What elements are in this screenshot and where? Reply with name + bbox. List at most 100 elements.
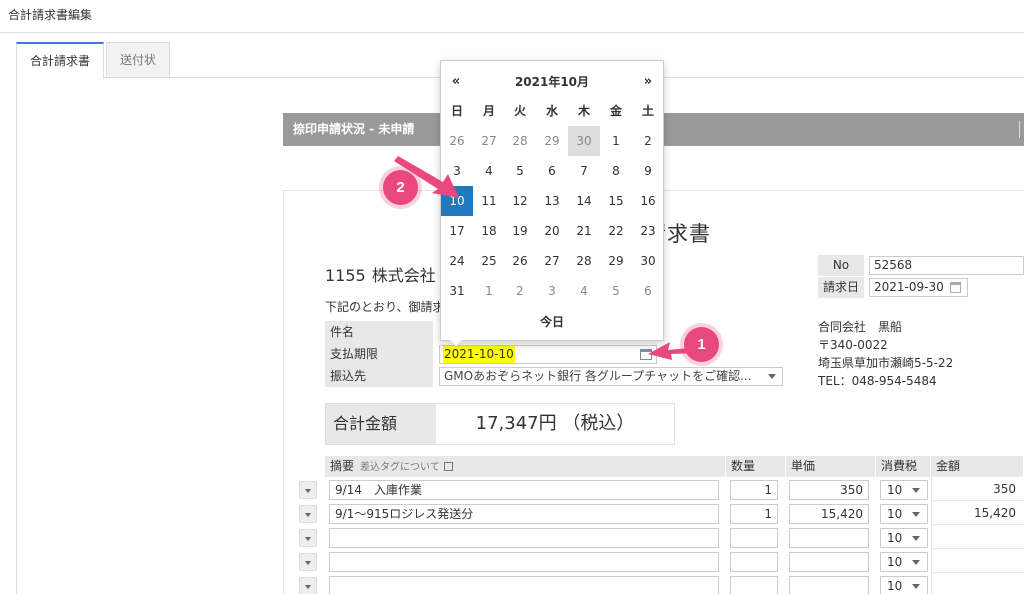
due-date-input[interactable]: 2021-10-10: [439, 345, 657, 364]
amount-cell: [931, 573, 1024, 594]
summary-input[interactable]: 9/14 入庫作業: [329, 480, 719, 500]
summary-input[interactable]: 9/1～915ロジレス発送分: [329, 504, 719, 524]
unit-price-input[interactable]: 350: [789, 480, 869, 500]
calendar-day[interactable]: 27: [473, 126, 505, 156]
calendar-day[interactable]: 4: [568, 276, 600, 306]
calendar-day[interactable]: 4: [473, 156, 505, 186]
unit-price-input[interactable]: [789, 552, 869, 572]
summary-input[interactable]: [329, 576, 719, 594]
calendar-day[interactable]: 5: [600, 276, 632, 306]
row-menu-button[interactable]: [299, 577, 317, 594]
qty-input[interactable]: [730, 528, 778, 548]
calendar-day[interactable]: 3: [441, 156, 473, 186]
tax-select[interactable]: 10: [880, 504, 928, 524]
row-menu-button[interactable]: [299, 529, 317, 547]
row-menu-button[interactable]: [299, 505, 317, 523]
invoice-date-value: 2021-09-30: [874, 280, 944, 294]
next-month-button[interactable]: »: [633, 71, 663, 93]
calendar-day[interactable]: 18: [473, 216, 505, 246]
table-row: 10: [299, 573, 1024, 594]
calendar-day[interactable]: 24: [441, 246, 473, 276]
today-button[interactable]: 今日: [441, 311, 663, 333]
calendar-day[interactable]: 28: [568, 246, 600, 276]
calendar-day[interactable]: 3: [536, 276, 568, 306]
calendar-week-row: 17 18 19 20 21 22 23: [441, 216, 663, 246]
prev-month-button[interactable]: «: [441, 71, 471, 93]
calendar-day[interactable]: 23: [632, 216, 664, 246]
calendar-day[interactable]: 14: [568, 186, 600, 216]
calendar-day[interactable]: 1: [473, 276, 505, 306]
tab-cover-letter[interactable]: 送付状: [106, 42, 171, 78]
tag-help-link[interactable]: 差込タグについて: [354, 462, 440, 473]
calendar-day[interactable]: 27: [536, 246, 568, 276]
chevron-down-icon: [912, 584, 920, 589]
tax-select[interactable]: 10: [880, 528, 928, 548]
calendar-day[interactable]: 15: [600, 186, 632, 216]
calendar-day[interactable]: 8: [600, 156, 632, 186]
header-tax: 消費税: [876, 456, 931, 477]
invoice-date-input[interactable]: 2021-09-30: [869, 278, 968, 297]
calendar-day[interactable]: 12: [504, 186, 536, 216]
chevron-down-icon: [768, 374, 776, 379]
calendar-day-selected[interactable]: 10: [441, 186, 473, 216]
bank-select[interactable]: GMOあおぞらネット銀行 各グループチャットをご確認...: [439, 367, 783, 386]
calendar-day[interactable]: 17: [441, 216, 473, 246]
calendar-day[interactable]: 26: [441, 126, 473, 156]
qty-input[interactable]: 1: [730, 504, 778, 524]
calendar-day[interactable]: 26: [504, 246, 536, 276]
calendar-icon[interactable]: [640, 349, 652, 360]
tab-invoice[interactable]: 合計請求書: [16, 42, 105, 79]
calendar-day[interactable]: 5: [504, 156, 536, 186]
calendar-day[interactable]: 29: [600, 246, 632, 276]
tax-select[interactable]: 10: [880, 576, 928, 594]
qty-input[interactable]: [730, 552, 778, 572]
calendar-day[interactable]: 22: [600, 216, 632, 246]
calendar-day[interactable]: 6: [536, 156, 568, 186]
calendar-day[interactable]: 9: [632, 156, 664, 186]
calendar-day[interactable]: 2: [632, 126, 664, 156]
calendar-day[interactable]: 28: [504, 126, 536, 156]
table-row: 9/14 入庫作業 1 350 10 350: [299, 477, 1024, 501]
external-link-icon[interactable]: [443, 462, 453, 471]
month-title[interactable]: 2021年10月: [473, 71, 631, 93]
company-address: 埼玉県草加市瀬崎5-5-22: [818, 356, 954, 370]
qty-input[interactable]: 1: [730, 480, 778, 500]
calendar-day[interactable]: 1: [600, 126, 632, 156]
calendar-day[interactable]: 21: [568, 216, 600, 246]
chevron-down-icon: [912, 560, 920, 565]
calendar-day[interactable]: 25: [473, 246, 505, 276]
unit-price-input[interactable]: 15,420: [789, 504, 869, 524]
calendar-day[interactable]: 20: [536, 216, 568, 246]
calendar-day[interactable]: 31: [441, 276, 473, 306]
calendar-day[interactable]: 7: [568, 156, 600, 186]
calendar-day[interactable]: 29: [536, 126, 568, 156]
issuer-company: 合同会社 黒船 〒340-0022 埼玉県草加市瀬崎5-5-22 TEL：048…: [818, 318, 953, 390]
calendar-day[interactable]: 13: [536, 186, 568, 216]
items-table-header: 摘要 差込タグについて 数量 単価 消費税 金額: [325, 456, 1024, 477]
client-name: 1155 株式会社: [325, 262, 436, 286]
unit-price-input[interactable]: [789, 528, 869, 548]
calendar-day[interactable]: 19: [504, 216, 536, 246]
calendar-day[interactable]: 11: [473, 186, 505, 216]
calendar-day[interactable]: 16: [632, 186, 664, 216]
calendar-icon[interactable]: [950, 282, 961, 293]
tab-bar: 合計請求書 送付状: [16, 42, 172, 79]
title-divider: [0, 32, 1024, 33]
row-menu-button[interactable]: [299, 553, 317, 571]
row-menu-button[interactable]: [299, 481, 317, 499]
calendar-day[interactable]: 6: [632, 276, 664, 306]
tax-select[interactable]: 10: [880, 552, 928, 572]
summary-input[interactable]: [329, 528, 719, 548]
calendar-day[interactable]: 30: [632, 246, 664, 276]
calendar-week-row: 24 25 26 27 28 29 30: [441, 246, 663, 276]
summary-input[interactable]: [329, 552, 719, 572]
calendar-week-row: 31 1 2 3 4 5 6: [441, 276, 663, 306]
unit-price-input[interactable]: [789, 576, 869, 594]
tax-select[interactable]: 10: [880, 480, 928, 500]
qty-input[interactable]: [730, 576, 778, 594]
status-bar-divider: [1019, 121, 1020, 138]
calendar-day[interactable]: 2: [504, 276, 536, 306]
weekday-label: 火: [513, 104, 526, 118]
invoice-number-input[interactable]: 52568: [869, 256, 1024, 275]
calendar-day[interactable]: 30: [568, 126, 600, 156]
